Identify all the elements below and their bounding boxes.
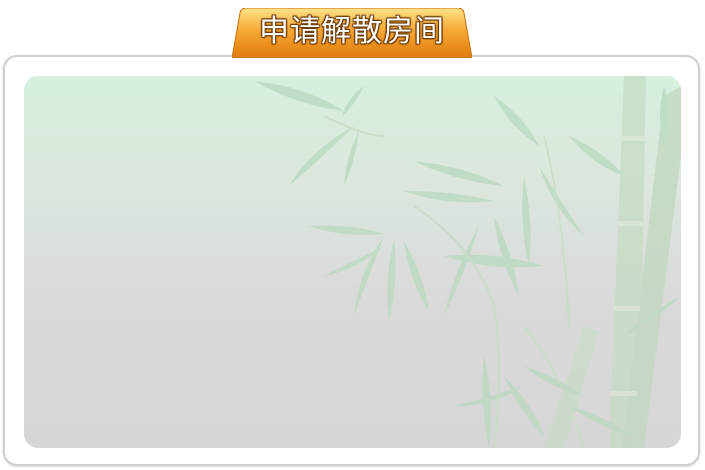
bamboo-background bbox=[254, 76, 681, 448]
dialog-title-tab: 申请解散房间 bbox=[232, 8, 472, 58]
dismiss-room-dialog: 申请解散房间 bbox=[0, 0, 705, 470]
dialog-title: 申请解散房间 bbox=[259, 14, 445, 49]
dialog-content-area bbox=[24, 76, 681, 448]
